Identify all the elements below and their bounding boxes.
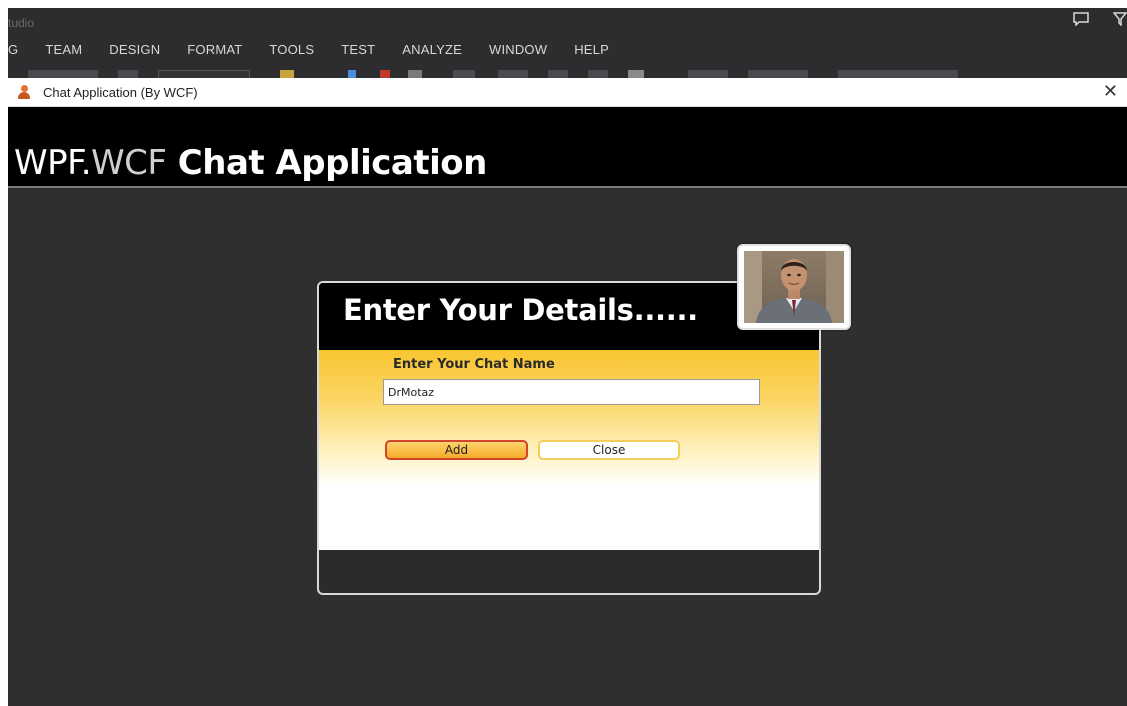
ide-menu-format[interactable]: FORMAT (187, 42, 242, 57)
screen: tudio G TEAM DESIGN FORMAT TOOLS TEST AN… (0, 0, 1127, 706)
dialog-title: Enter Your Details...... (343, 293, 698, 327)
window-titlebar[interactable]: Chat Application (By WCF) ✕ (8, 78, 1127, 107)
feedback-icon[interactable] (1073, 12, 1089, 30)
ide-title: tudio (8, 16, 35, 30)
ide-menu-design[interactable]: DESIGN (109, 42, 160, 57)
dialog-form: Enter Your Chat Name Add Close (319, 350, 819, 550)
app-title-part-chat: Chat Application (166, 143, 488, 183)
ide-menu-test[interactable]: TEST (341, 42, 375, 57)
ide-toolbar (8, 66, 1008, 78)
add-button[interactable]: Add (385, 440, 528, 460)
app-header: WPF.WCF Chat Application (8, 107, 1127, 188)
window-title: Chat Application (By WCF) (43, 84, 198, 100)
ide-right-icons (1073, 12, 1127, 30)
ide-menu-window[interactable]: WINDOW (489, 42, 547, 57)
ide-menu-team[interactable]: TEAM (45, 42, 82, 57)
ide-frame: tudio G TEAM DESIGN FORMAT TOOLS TEST AN… (8, 8, 1127, 78)
filter-icon[interactable] (1112, 12, 1127, 30)
ide-menu-analyze[interactable]: ANALYZE (402, 42, 462, 57)
close-button[interactable]: Close (538, 440, 680, 460)
chat-name-input[interactable] (383, 379, 760, 405)
ide-menu-tools[interactable]: TOOLS (269, 42, 314, 57)
ide-menu-help[interactable]: HELP (574, 42, 609, 57)
user-icon (17, 85, 31, 99)
window-close-button[interactable]: ✕ (1103, 81, 1118, 102)
ide-menu-item[interactable]: G (8, 42, 18, 57)
app-title-part-wpf: WPF. (14, 143, 92, 183)
app-title-part-wcf: WCF (91, 143, 167, 183)
avatar-photo-icon (744, 251, 844, 323)
app-title: WPF.WCF Chat Application (14, 143, 487, 183)
ide-menu-bar: G TEAM DESIGN FORMAT TOOLS TEST ANALYZE … (8, 42, 636, 57)
chat-name-label: Enter Your Chat Name (393, 357, 555, 372)
avatar (737, 244, 851, 330)
